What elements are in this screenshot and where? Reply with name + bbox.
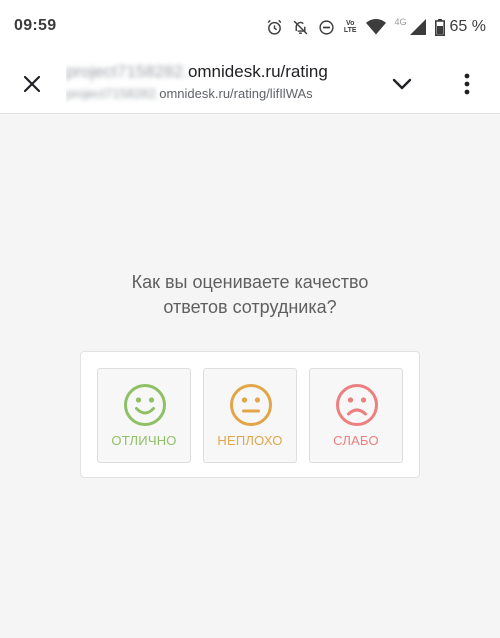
expand-button[interactable] bbox=[384, 66, 420, 102]
rating-label-bad: СЛАБО bbox=[333, 433, 379, 448]
alarm-icon bbox=[267, 19, 282, 35]
url-title: project7158282.omnidesk.ru/rating bbox=[66, 61, 368, 83]
sad-face-icon bbox=[336, 384, 378, 426]
smile-face-icon bbox=[124, 384, 166, 426]
rating-option-great[interactable]: ОТЛИЧНО bbox=[97, 368, 191, 463]
status-icons: Vo LTE 4G 65 % bbox=[266, 15, 486, 39]
url-domain: omnidesk.ru/rating bbox=[187, 62, 328, 81]
chevron-down-icon bbox=[392, 78, 412, 90]
signal-icon bbox=[409, 19, 426, 35]
more-menu-button[interactable] bbox=[449, 66, 485, 102]
neutral-face-icon bbox=[230, 384, 272, 426]
rating-label-great: ОТЛИЧНО bbox=[111, 433, 177, 448]
rating-option-bad[interactable]: СЛАБО bbox=[309, 368, 403, 463]
status-bar: 09:59 Vo LTE 4G 65 % bbox=[0, 0, 500, 54]
dnd-icon bbox=[319, 19, 334, 35]
network-type: 4G bbox=[394, 17, 407, 27]
browser-toolbar: project7158282.omnidesk.ru/rating projec… bbox=[0, 54, 500, 114]
wifi-icon bbox=[365, 19, 386, 35]
rating-option-ok[interactable]: НЕПЛОХО bbox=[203, 368, 297, 463]
question-line-2: ответов сотрудника? bbox=[163, 297, 337, 317]
bell-off-icon bbox=[293, 20, 308, 34]
close-button[interactable] bbox=[14, 66, 50, 102]
status-time: 09:59 bbox=[14, 17, 57, 34]
url-path: omnidesk.ru/rating/lifIlWAs bbox=[159, 86, 313, 101]
volte-indicator: Vo LTE bbox=[343, 20, 357, 34]
rating-card: ОТЛИЧНО НЕПЛОХО СЛАБО bbox=[80, 351, 420, 478]
question-line-1: Как вы оцениваете качество bbox=[131, 272, 369, 292]
url-subdomain-blurred: project7158282. bbox=[66, 62, 188, 81]
url-bar[interactable]: project7158282.omnidesk.ru/rating projec… bbox=[66, 61, 368, 103]
url-subdomain-blurred-2: project7158282. bbox=[66, 86, 160, 101]
battery-icon bbox=[434, 18, 445, 36]
rating-question: Как вы оцениваете качество ответов сотру… bbox=[0, 270, 500, 320]
url-full: project7158282.omnidesk.ru/rating/lifIlW… bbox=[66, 85, 368, 103]
battery-level: 65 % bbox=[449, 18, 486, 35]
close-icon bbox=[23, 75, 41, 93]
more-vert-icon bbox=[464, 73, 470, 95]
rating-label-ok: НЕПЛОХО bbox=[217, 433, 283, 448]
